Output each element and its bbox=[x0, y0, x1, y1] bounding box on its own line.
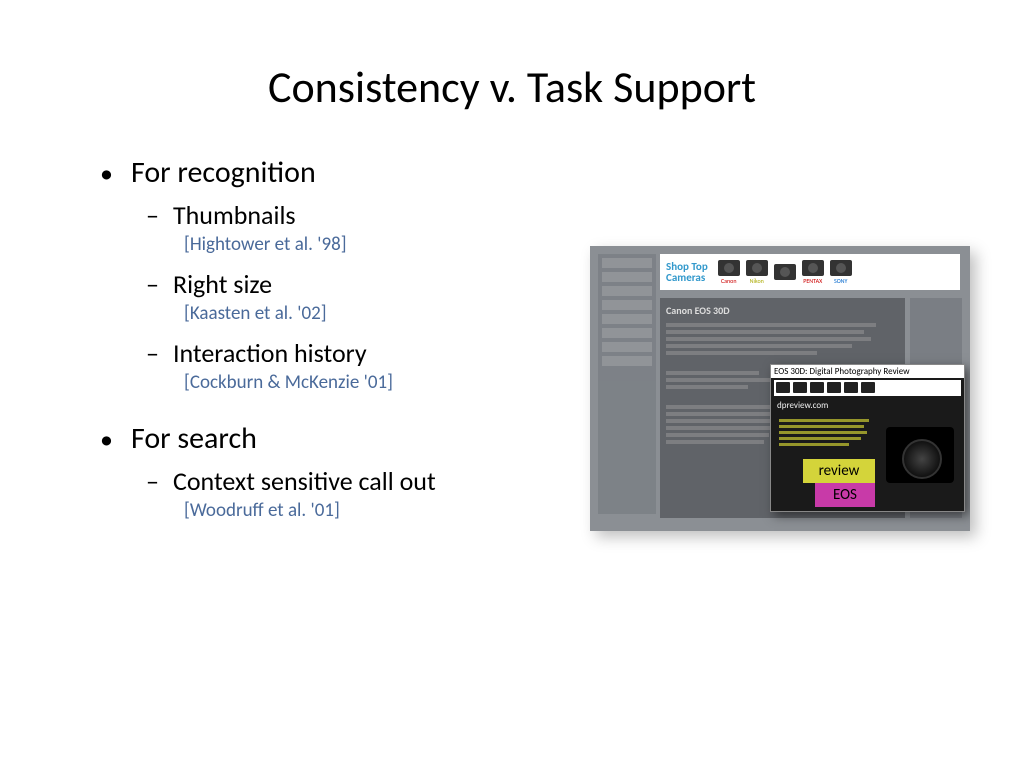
camera-thumb-icon bbox=[844, 382, 858, 393]
camera-thumb-icon bbox=[830, 260, 852, 276]
highlight-eos: EOS bbox=[815, 483, 875, 507]
camera-thumb-icon bbox=[802, 260, 824, 276]
camera-product-icon bbox=[886, 427, 954, 483]
camera-thumb-icon bbox=[776, 382, 790, 393]
slide-title: Consistency v. Task Support bbox=[0, 0, 1024, 154]
callout-popup: EOS 30D: Digital Photography Review dpre… bbox=[770, 364, 965, 512]
figure-main-title: Canon EOS 30D bbox=[666, 304, 899, 317]
camera-thumb-icon bbox=[774, 264, 796, 280]
bullet-recognition: For recognition bbox=[100, 154, 1004, 191]
camera-thumb-icon bbox=[793, 382, 807, 393]
camera-thumb-icon bbox=[861, 382, 875, 393]
callout-body: review EOS bbox=[771, 413, 964, 513]
figure-topbar: Shop Top Cameras Canon Nikon PENTAX SONY bbox=[660, 254, 960, 290]
highlight-review: review bbox=[803, 459, 875, 483]
figure-sidebar bbox=[598, 254, 656, 514]
callout-site-label: dpreview.com bbox=[771, 398, 964, 413]
camera-thumb-icon bbox=[718, 260, 740, 276]
bullet-thumbnails: Thumbnails bbox=[146, 199, 1004, 231]
callout-thumbnails bbox=[774, 380, 961, 396]
callout-titlebar: EOS 30D: Digital Photography Review bbox=[771, 365, 964, 378]
camera-thumb-icon bbox=[746, 260, 768, 276]
screenshot-figure: Shop Top Cameras Canon Nikon PENTAX SONY… bbox=[590, 246, 970, 531]
camera-thumb-icon bbox=[827, 382, 841, 393]
shop-label: Shop Top Cameras bbox=[666, 261, 708, 283]
camera-thumb-icon bbox=[810, 382, 824, 393]
